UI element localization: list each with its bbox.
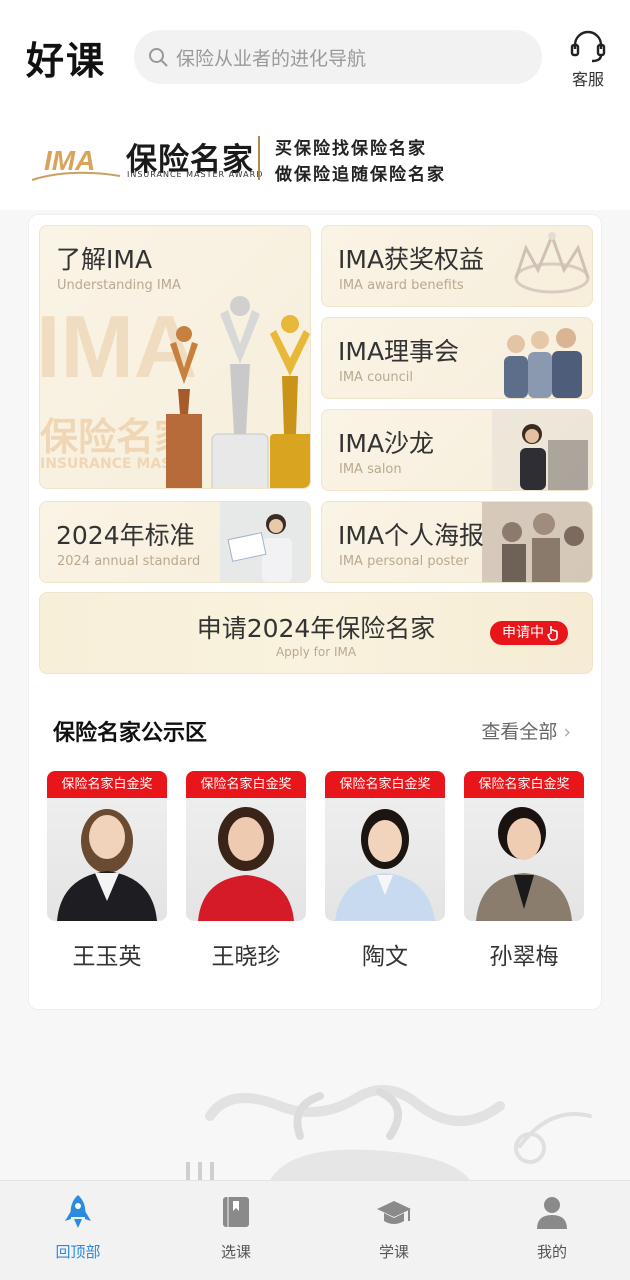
slogan-line-2: 做保险追随保险名家 (275, 165, 446, 185)
tile-award-benefits[interactable]: IMA获奖权益 IMA award benefits (321, 225, 593, 307)
tab-study[interactable]: 学课 (344, 1193, 444, 1262)
person-card[interactable]: 保险名家白金奖 王晓珍 (186, 771, 306, 971)
award-badge: 保险名家白金奖 (186, 771, 306, 798)
tile-understanding-ima[interactable]: IMA 保险名家 INSURANCE MASTER 了解IMA Understa… (39, 225, 311, 489)
tile-title: IMA理事会 (338, 337, 460, 366)
apply-button-label: 申请中 (502, 625, 544, 641)
council-people-illustration (504, 328, 582, 398)
tab-back-to-top[interactable]: 回顶部 (28, 1193, 128, 1262)
section-title: 保险名家公示区 (53, 721, 208, 746)
tile-title: IMA个人海报 (338, 521, 485, 550)
person-photo: 保险名家白金奖 (47, 771, 167, 921)
person-name: 王晓珍 (211, 944, 281, 970)
award-badge: 保险名家白金奖 (47, 771, 167, 798)
speaker-illustration (492, 410, 592, 490)
page-title: 好课 (26, 39, 107, 83)
tile-salon[interactable]: IMA沙龙 IMA salon (321, 409, 593, 491)
book-icon (223, 1197, 249, 1227)
rocket-icon (65, 1195, 91, 1228)
tab-mine[interactable]: 我的 (502, 1193, 602, 1262)
tile-title: 了解IMA (56, 245, 153, 274)
trophy-illustration (166, 296, 310, 488)
tile-title: IMA获奖权益 (338, 245, 485, 274)
person-photo: 保险名家白金奖 (186, 771, 306, 921)
apply-status-button[interactable]: 申请中 (490, 621, 568, 645)
tile-subtitle: IMA council (339, 370, 414, 385)
decorative-illustration (186, 1085, 592, 1180)
brand-english: INSURANCE MASTER AWARD (127, 170, 264, 179)
person-name: 陶文 (362, 944, 408, 970)
person-card[interactable]: 保险名家白金奖 孙翠梅 (464, 771, 584, 971)
document-reader-illustration (220, 502, 310, 582)
crown-illustration (514, 231, 590, 294)
ima-banner[interactable]: IMA 保险名家 INSURANCE MASTER AWARD 买保险找保险名家… (0, 110, 630, 210)
award-badge: 保险名家白金奖 (464, 771, 584, 798)
tile-subtitle: Understanding IMA (57, 278, 181, 293)
tab-label: 我的 (536, 1243, 567, 1261)
person-photo: 保险名家白金奖 (464, 771, 584, 921)
tab-choose-course[interactable]: 选课 (186, 1193, 286, 1262)
person-name: 王玉英 (72, 944, 142, 970)
top-header: 好课 保险从业者的进化导航 客服 (0, 0, 630, 110)
person-name: 孙翠梅 (489, 944, 559, 970)
chevron-right-icon: › (563, 721, 571, 743)
search-placeholder: 保险从业者的进化导航 (176, 47, 367, 70)
customer-service-button[interactable]: 客服 (566, 30, 610, 90)
view-all-label: 查看全部 (481, 721, 558, 743)
person-photo: 保险名家白金奖 (325, 771, 445, 921)
tile-title: IMA沙龙 (338, 429, 435, 458)
graduation-cap-icon (377, 1201, 411, 1224)
view-all-link[interactable]: 查看全部 › (481, 717, 571, 744)
tile-subtitle: IMA salon (339, 462, 402, 477)
main-card: IMA 保险名家 INSURANCE MASTER 了解IMA Understa… (28, 214, 602, 1010)
apply-banner[interactable]: 申请2024年保险名家 Apply for IMA 申请中 (39, 592, 593, 674)
tile-council[interactable]: IMA理事会 IMA council (321, 317, 593, 399)
service-label: 客服 (571, 70, 604, 89)
search-icon (149, 48, 168, 67)
person-card[interactable]: 保险名家白金奖 陶文 (325, 771, 445, 971)
tab-label: 选课 (220, 1243, 251, 1261)
ima-logo: IMA (31, 145, 121, 181)
tile-2024-standard[interactable]: 2024年标准 2024 annual standard (39, 501, 311, 583)
bottom-tab-bar: 回顶部 选课 学课 我的 (0, 1180, 630, 1280)
tile-personal-poster[interactable]: IMA个人海报 IMA personal poster (321, 501, 593, 583)
slogan-line-1: 买保险找保险名家 (275, 139, 427, 159)
person-card[interactable]: 保险名家白金奖 王玉英 (47, 771, 167, 971)
ima-logo-text: IMA (44, 145, 95, 176)
tile-subtitle: IMA personal poster (339, 554, 469, 569)
user-icon (537, 1197, 567, 1229)
pointer-hand-icon (547, 626, 558, 641)
tile-title: 2024年标准 (56, 521, 195, 550)
award-badge: 保险名家白金奖 (325, 771, 445, 798)
tab-label: 回顶部 (55, 1243, 101, 1261)
search-input[interactable]: 保险从业者的进化导航 (134, 30, 542, 84)
apply-subtitle: Apply for IMA (275, 645, 357, 659)
tab-label: 学课 (378, 1243, 409, 1261)
tile-subtitle: 2024 annual standard (57, 554, 201, 569)
tile-subtitle: IMA award benefits (339, 278, 464, 293)
crowd-illustration (482, 502, 592, 582)
headset-icon (570, 30, 606, 63)
brand-divider (258, 136, 260, 180)
